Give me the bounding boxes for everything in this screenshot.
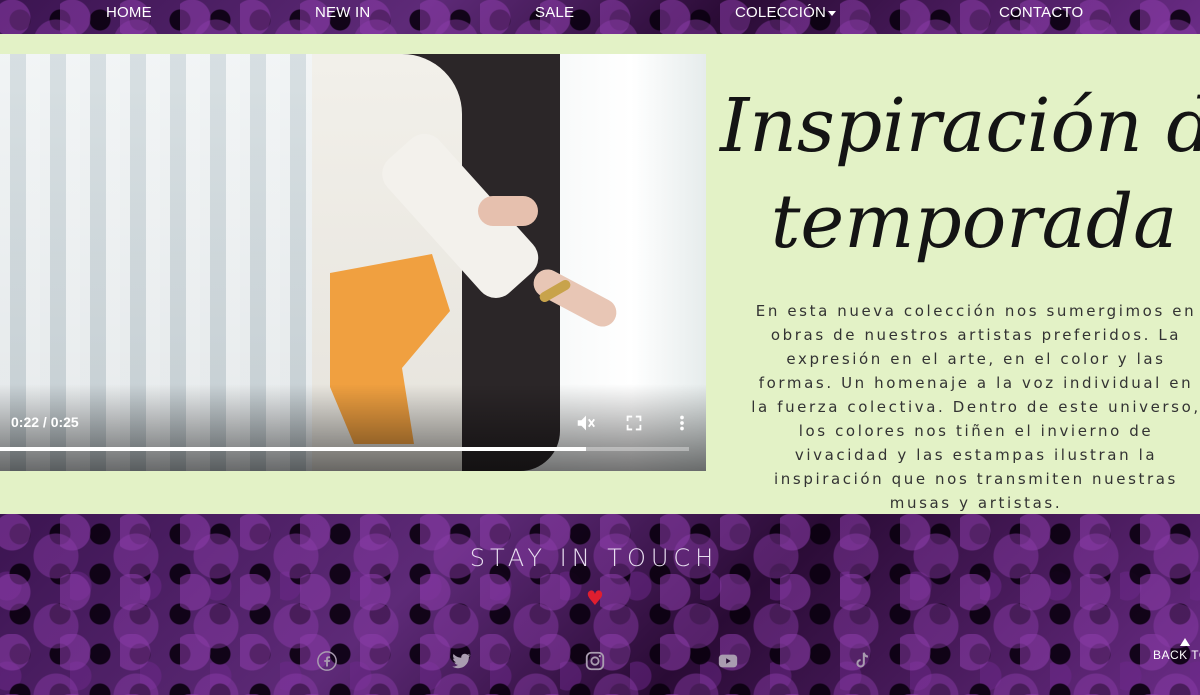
section-description: En esta nueva colección nos sumergimos e… [751,302,1200,512]
back-to-top-button[interactable]: BACK TO TOP [1153,638,1200,662]
section-title-line-2: temporada [770,179,1178,265]
mute-icon[interactable] [575,412,597,434]
video-hand [478,196,538,226]
arrow-up-icon [1180,638,1190,646]
inspiration-section: 0:22 / 0:25 Inspiración de la temporada … [0,34,1200,514]
nav-coleccion-label: COLECCIÓN [735,4,826,21]
top-navigation: HOME NEW IN SALE COLECCIÓN CONTACTO [0,0,1200,34]
nav-contacto[interactable]: CONTACTO [999,4,1083,21]
video-player[interactable]: 0:22 / 0:25 [0,54,706,471]
nav-sale[interactable]: SALE [535,4,574,21]
footer-title: STAY IN TOUCH [469,544,719,572]
more-options-icon[interactable] [671,412,693,434]
tiktok-icon[interactable] [851,650,873,672]
footer: STAY IN TOUCH ♥ BACK TO TOP [0,514,1200,695]
heart-icon: ♥ [586,586,604,610]
instagram-icon[interactable] [584,650,606,672]
back-to-top-label: BACK TO TOP [1153,648,1200,662]
video-time: 0:22 / 0:25 [11,414,79,430]
nav-new-in[interactable]: NEW IN [315,4,370,21]
nav-coleccion[interactable]: COLECCIÓN [735,4,836,21]
fullscreen-icon[interactable] [623,412,645,434]
twitter-icon[interactable] [450,650,472,672]
video-progress-bar[interactable] [0,447,689,451]
facebook-icon[interactable] [316,650,338,672]
section-title: Inspiración de la temporada [720,78,1200,270]
chevron-down-icon [827,10,836,16]
video-progress-fill [0,447,586,451]
youtube-icon[interactable] [717,650,739,672]
nav-home[interactable]: HOME [106,4,152,21]
video-controls-shade [0,384,706,471]
section-title-line-1: Inspiración de la [720,83,1200,169]
